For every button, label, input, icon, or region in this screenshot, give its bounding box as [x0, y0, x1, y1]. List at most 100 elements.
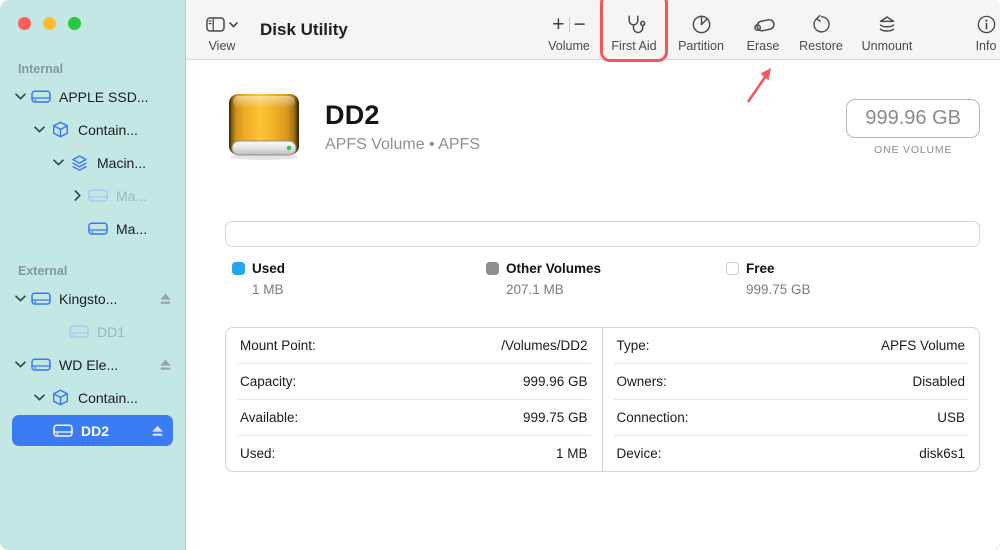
capacity-indicator: 999.96 GB ONE VOLUME — [846, 99, 980, 156]
legend-value: 1 MB — [252, 282, 486, 297]
disk-utility-window: Internal APPLE SSD... Contain... Macin..… — [0, 0, 1000, 550]
external-drive-icon — [88, 188, 108, 203]
chevron-down-icon[interactable] — [50, 159, 66, 166]
sidebar-item-label: Ma... — [116, 221, 147, 237]
detail-value: Disabled — [912, 374, 965, 389]
detail-row-mount-point: Mount Point: /Volumes/DD2 — [237, 328, 591, 364]
toolbar-actions: + − Volume First Aid — [540, 0, 1000, 59]
sidebar-section-external: External — [18, 264, 185, 278]
detail-label: Type: — [617, 338, 650, 353]
details-left-column: Mount Point: /Volumes/DD2 Capacity: 999.… — [226, 328, 603, 471]
external-drive-icon — [88, 221, 108, 236]
eject-icon[interactable] — [151, 425, 164, 437]
info-button[interactable]: Info — [966, 0, 1000, 59]
main-panel: View Disk Utility + − Volume — [186, 0, 1000, 550]
sidebar-section-internal: Internal — [18, 62, 185, 76]
orange-external-drive-icon — [225, 93, 303, 161]
free-color-swatch — [726, 262, 739, 275]
restore-label: Restore — [799, 40, 843, 54]
eject-icon[interactable] — [159, 359, 172, 371]
chevron-down-icon[interactable] — [31, 126, 47, 133]
window-title: Disk Utility — [260, 20, 348, 40]
partition-button[interactable]: Partition — [670, 0, 732, 59]
pie-chart-icon — [690, 11, 713, 38]
chevron-right-icon[interactable] — [69, 190, 85, 201]
volume-header: DD2 APFS Volume • APFS 999.96 GB ONE VOL… — [225, 93, 980, 161]
first-aid-button[interactable]: First Aid — [606, 0, 662, 59]
sidebar-item-label: Contain... — [78, 122, 138, 138]
detail-label: Used: — [240, 446, 275, 461]
sidebar-item-container-internal[interactable]: Contain... — [0, 113, 185, 146]
sidebar-item-container-external[interactable]: Contain... — [0, 381, 185, 414]
erase-button[interactable]: Erase — [740, 0, 786, 59]
external-drive-icon — [31, 89, 51, 104]
sidebar-item-label: DD1 — [97, 324, 125, 340]
sidebar-item-wd-elements[interactable]: WD Ele... — [0, 348, 185, 381]
chevron-down-icon[interactable] — [12, 295, 28, 302]
eject-icon[interactable] — [159, 293, 172, 305]
sidebar-item-dd1[interactable]: DD1 — [0, 315, 185, 348]
detail-row-capacity: Capacity: 999.96 GB — [237, 364, 591, 400]
remove-volume-button[interactable]: − — [574, 13, 586, 37]
legend-label: Free — [746, 261, 775, 276]
volume-stack-icon — [69, 155, 89, 171]
sidebar-item-apple-ssd[interactable]: APPLE SSD... — [0, 80, 185, 113]
stethoscope-icon — [622, 11, 646, 38]
volume-details-table: Mount Point: /Volumes/DD2 Capacity: 999.… — [225, 327, 980, 472]
external-drive-icon — [53, 423, 73, 438]
info-circle-icon — [976, 11, 997, 38]
unmount-stack-icon — [875, 11, 899, 38]
zoom-window-button[interactable] — [68, 17, 81, 30]
detail-label: Capacity: — [240, 374, 296, 389]
chevron-down-icon[interactable] — [12, 93, 28, 100]
used-color-swatch — [232, 262, 245, 275]
sidebar: Internal APPLE SSD... Contain... Macin..… — [0, 0, 186, 550]
sidebar-item-dd2-selected[interactable]: DD2 — [12, 415, 173, 446]
chevron-down-icon[interactable] — [12, 361, 28, 368]
close-window-button[interactable] — [18, 17, 31, 30]
view-label: View — [209, 40, 236, 54]
external-drive-icon — [31, 291, 51, 306]
restore-button[interactable]: Restore — [794, 0, 848, 59]
sidebar-item-macintosh-volume[interactable]: Ma... — [0, 212, 185, 245]
capacity-caption: ONE VOLUME — [874, 144, 952, 156]
info-label: Info — [976, 40, 997, 54]
legend-other-volumes: Other Volumes 207.1 MB — [486, 261, 726, 297]
sidebar-item-label: Contain... — [78, 390, 138, 406]
divider — [569, 17, 570, 32]
volume-add-remove-group: + − Volume — [540, 0, 598, 59]
sidebar-item-label: Macin... — [97, 155, 146, 171]
sidebar-item-label: APPLE SSD... — [59, 89, 148, 105]
sidebar-item-label: Kingsto... — [59, 291, 117, 307]
sidebar-item-label: WD Ele... — [59, 357, 118, 373]
sidebar-item-label: Ma... — [116, 188, 147, 204]
volume-label: Volume — [548, 40, 590, 54]
detail-value: APFS Volume — [881, 338, 965, 353]
legend-value: 999.75 GB — [746, 282, 980, 297]
chevron-down-icon[interactable] — [31, 394, 47, 401]
detail-row-owners: Owners: Disabled — [614, 364, 969, 400]
detail-value: disk6s1 — [919, 446, 965, 461]
legend-label: Other Volumes — [506, 261, 601, 276]
partition-label: Partition — [678, 40, 724, 54]
view-button[interactable]: View — [206, 0, 238, 59]
legend-label: Used — [252, 261, 285, 276]
minimize-window-button[interactable] — [43, 17, 56, 30]
detail-label: Mount Point: — [240, 338, 316, 353]
detail-label: Available: — [240, 410, 298, 425]
usage-legend: Used 1 MB Other Volumes 207.1 MB Free — [232, 261, 980, 297]
add-volume-button[interactable]: + — [552, 13, 564, 37]
sidebar-item-macintosh-volume-faded[interactable]: Ma... — [0, 179, 185, 212]
detail-value: USB — [937, 410, 965, 425]
restore-arrow-icon — [810, 11, 832, 38]
detail-row-available: Available: 999.75 GB — [237, 400, 591, 436]
detail-value: /Volumes/DD2 — [501, 338, 587, 353]
sidebar-item-macintosh-hd[interactable]: Macin... — [0, 146, 185, 179]
other-volumes-color-swatch — [486, 262, 499, 275]
eraser-disk-icon — [750, 11, 776, 38]
detail-label: Owners: — [617, 374, 667, 389]
sidebar-item-kingston[interactable]: Kingsto... — [0, 282, 185, 315]
window-controls — [0, 0, 185, 30]
unmount-button[interactable]: Unmount — [856, 0, 918, 59]
erase-label: Erase — [747, 40, 780, 54]
